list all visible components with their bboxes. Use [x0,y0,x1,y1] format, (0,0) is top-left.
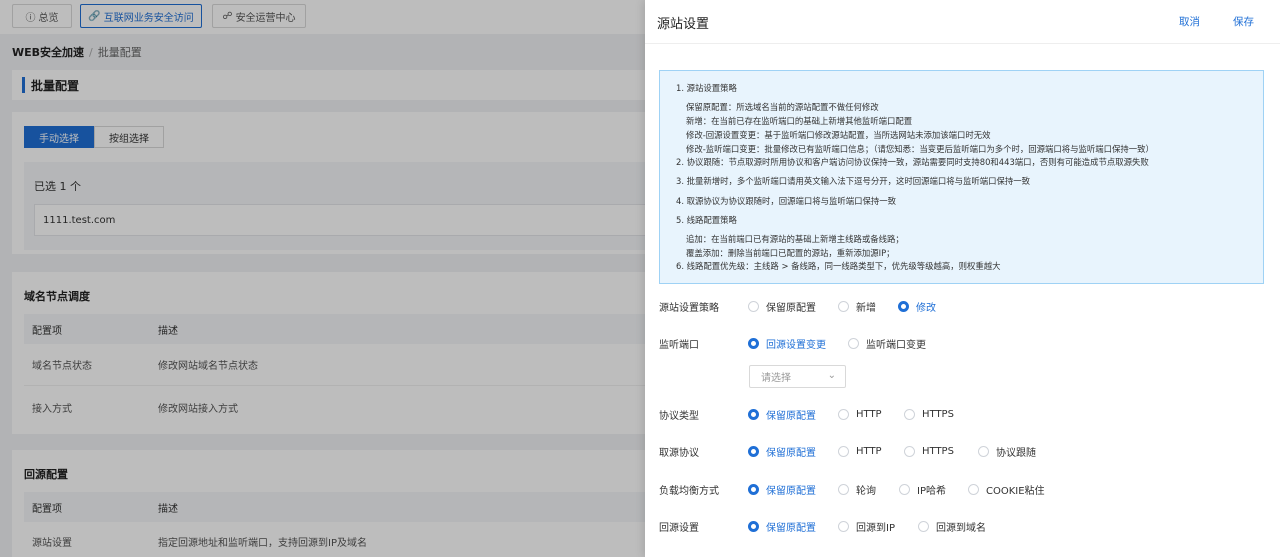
cancel-button[interactable]: 取消 [1179,14,1200,29]
lb-cookie-radio[interactable]: COOKIE粘住 [968,482,1045,497]
field-label: 监听端口 [659,339,699,351]
modal-overlay[interactable] [0,0,645,557]
port-listen-change-radio[interactable]: 监听端口变更 [848,336,926,351]
strategy-keep-radio[interactable]: 保留原配置 [748,299,838,314]
info-line: 2. 协议跟随：节点取源时所用协议和客户端访问协议保持一致，源站需要同时支持80… [676,157,1149,167]
fetch-keep-radio[interactable]: 保留原配置 [748,444,838,459]
field-label: 取源协议 [659,447,699,459]
protocol-https-radio[interactable]: HTTPS [904,408,954,420]
chevron-down-icon: ⌄ [827,370,836,381]
port-select[interactable]: 请选择 ⌄ [749,365,846,388]
lb-ip-hash-radio[interactable]: IP哈希 [899,482,968,497]
save-button[interactable]: 保存 [1233,14,1254,29]
field-label: 源站设置策略 [659,302,719,314]
lb-round-robin-radio[interactable]: 轮询 [838,482,899,497]
back-origin-keep-radio[interactable]: 保留原配置 [748,519,838,534]
field-label: 协议类型 [659,410,699,422]
strategy-field: 源站设置策略 保留原配置 新增 修改 [659,297,1264,315]
info-line: 6. 线路配置优先级：主线路 > 备线路，同一线路类型下，优先级等级越高，则权重… [676,261,1001,271]
info-line: 5. 线路配置策略 [676,215,737,225]
fetch-http-radio[interactable]: HTTP [838,445,904,457]
protocol-field: 协议类型 保留原配置 HTTP HTTPS [659,405,1264,423]
info-line: 1. 源站设置策略 [676,83,737,93]
info-line: 修改-回源设置变更：基于监听端口修改源站配置，当所选网站未添加该端口时无效 [686,130,991,140]
info-line: 4. 取源协议为协议跟随时，回源端口将与监听端口保持一致 [676,196,897,206]
strategy-add-radio[interactable]: 新增 [838,299,898,314]
policy-info-box: 1. 源站设置策略 保留原配置：所选域名当前的源站配置不做任何修改 新增：在当前… [659,70,1264,284]
port-field: 监听端口 回源设置变更 监听端口变更 [659,334,1264,352]
drawer-header: 源站设置 取消 保存 [645,0,1280,44]
info-line: 覆盖添加：删除当前端口已配置的源站，重新添加源IP； [686,248,895,258]
port-origin-change-radio[interactable]: 回源设置变更 [748,336,848,351]
fetch-follow-radio[interactable]: 协议跟随 [978,444,1036,459]
origin-settings-drawer: 源站设置 取消 保存 1. 源站设置策略 保留原配置：所选域名当前的源站配置不做… [645,0,1280,557]
field-label: 负载均衡方式 [659,485,719,497]
info-line: 保留原配置：所选域名当前的源站配置不做任何修改 [686,102,879,112]
info-line: 追加：在当前端口已有源站的基础上新增主线路或备线路； [686,234,904,244]
drawer-title: 源站设置 [657,17,710,32]
back-origin-domain-radio[interactable]: 回源到域名 [918,519,986,534]
info-line: 修改-监听端口变更：批量修改已有监听端口信息；（请您知悉：当变更后监听端口为多个… [686,144,1154,154]
field-label: 回源设置 [659,522,699,534]
protocol-http-radio[interactable]: HTTP [838,408,904,420]
info-line: 3. 批量新增时，多个监听端口请用英文输入法下逗号分开，这时回源端口将与监听端口… [676,176,1031,186]
fetch-https-radio[interactable]: HTTPS [904,445,978,457]
back-origin-ip-radio[interactable]: 回源到IP [838,519,918,534]
back-origin-field: 回源设置 保留原配置 回源到IP 回源到域名 [659,517,1264,535]
load-balance-field: 负载均衡方式 保留原配置 轮询 IP哈希 COOKIE粘住 [659,480,1264,498]
protocol-keep-radio[interactable]: 保留原配置 [748,407,838,422]
strategy-modify-radio[interactable]: 修改 [898,299,936,314]
info-line: 新增：在当前已存在监听端口的基础上新增其他监听端口配置 [686,116,913,126]
lb-keep-radio[interactable]: 保留原配置 [748,482,838,497]
fetch-protocol-field: 取源协议 保留原配置 HTTP HTTPS 协议跟随 [659,442,1264,460]
